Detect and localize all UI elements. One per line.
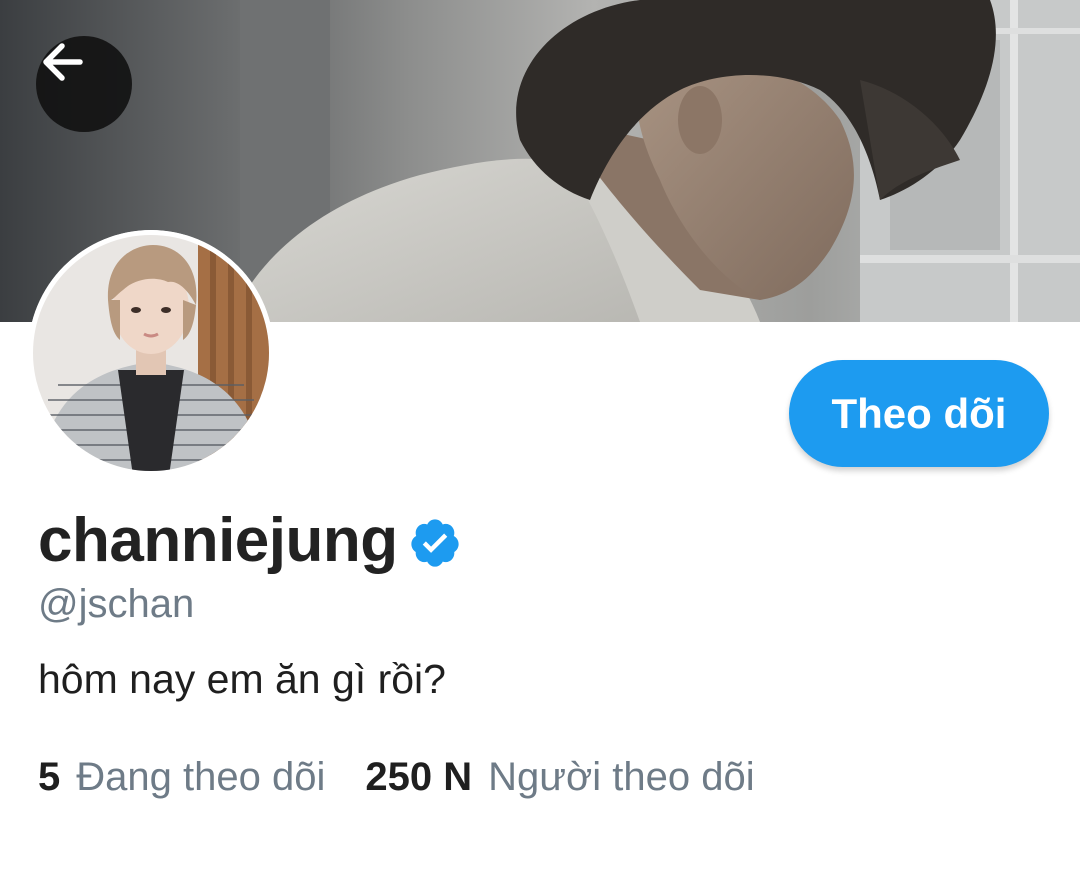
profile-bio: hôm nay em ăn gì rồi? — [38, 656, 446, 702]
followers-label: Người theo dõi — [488, 755, 755, 799]
following-count: 5 — [38, 755, 61, 799]
profile-stats: 5 Đang theo dõi 250 N Người theo dõi — [38, 755, 755, 800]
arrow-left-icon — [43, 43, 83, 81]
followers-stat[interactable]: 250 N Người theo dõi — [365, 755, 754, 800]
display-name-row: channiejung — [38, 500, 462, 580]
followers-count: 250 N — [365, 755, 473, 799]
profile-handle: @jschan — [38, 582, 195, 626]
verified-badge-icon — [411, 519, 459, 567]
following-label: Đang theo dõi — [76, 755, 326, 799]
avatar-image — [28, 230, 274, 476]
profile-avatar[interactable] — [28, 230, 274, 476]
profile-page: Theo dõi channiejung @jschan hôm nay em … — [0, 0, 1080, 877]
back-button[interactable] — [36, 36, 132, 132]
following-stat[interactable]: 5 Đang theo dõi — [38, 755, 325, 800]
display-name: channiejung — [38, 505, 398, 575]
follow-button[interactable]: Theo dõi — [789, 360, 1049, 467]
